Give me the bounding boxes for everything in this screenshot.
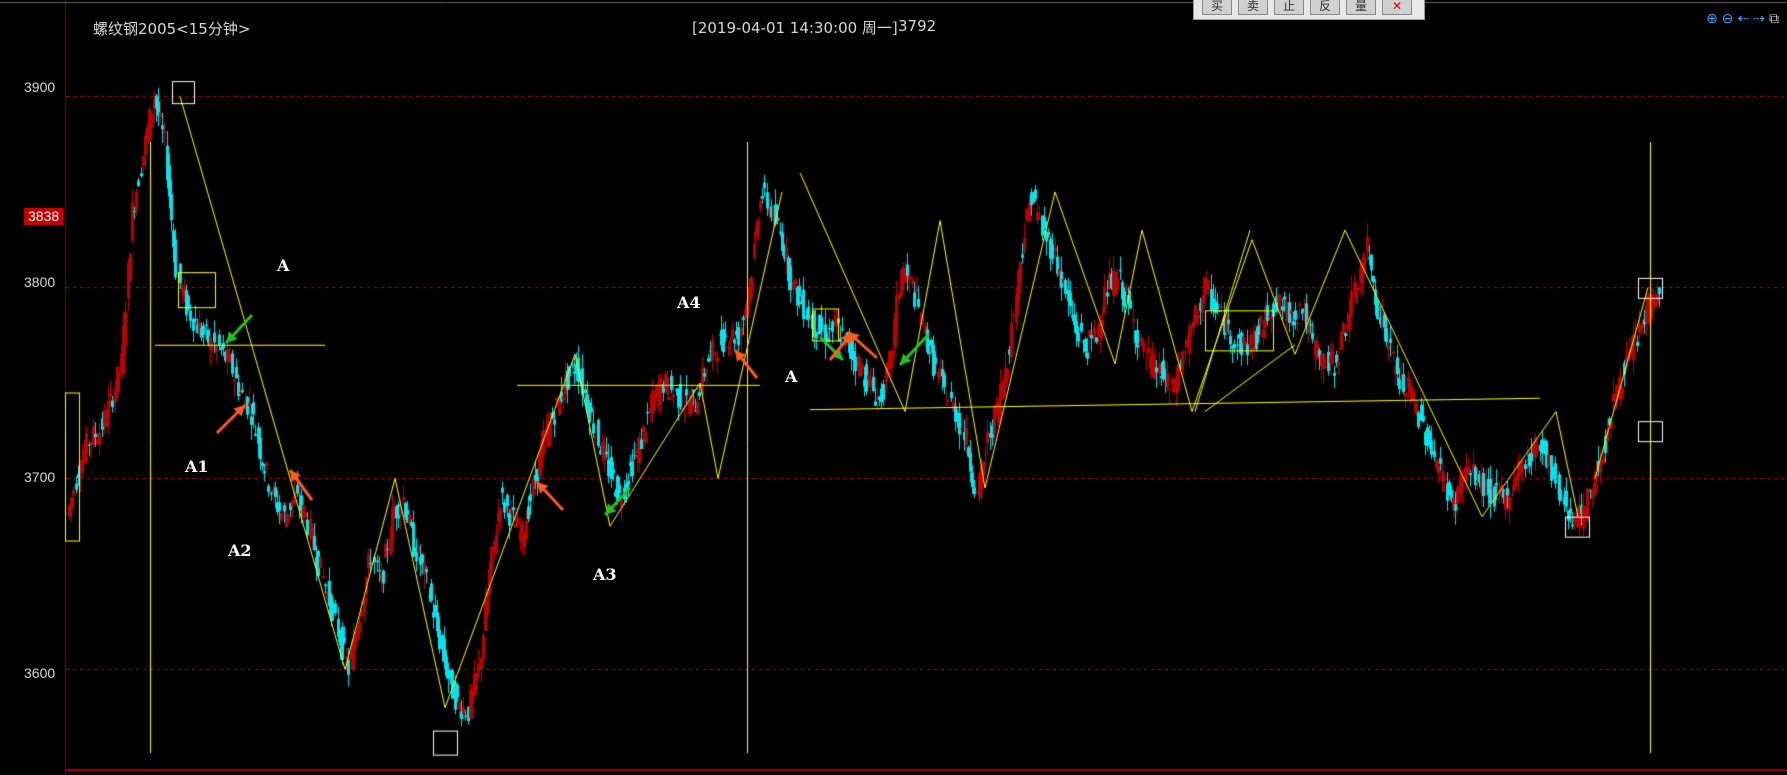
annotation-a-right: A [785, 367, 798, 386]
y-tick-label: 3700 [24, 469, 56, 485]
scroll-right-icon[interactable]: ⇢ [1753, 10, 1765, 27]
zoom-out-icon[interactable]: ⊖ [1722, 10, 1734, 27]
cursor-value: 3792 [898, 17, 937, 35]
reverse-button[interactable]: 反 [1310, 0, 1340, 15]
cursor-datetime: [2019-04-01 14:30:00 周一] [692, 19, 898, 37]
candlestick-chart[interactable] [0, 0, 1787, 775]
buy-button[interactable]: 买 [1202, 0, 1232, 15]
sell-button[interactable]: 卖 [1238, 0, 1268, 15]
annotation-a2: A2 [228, 541, 252, 560]
trade-toolbar: 买 卖 止 反 量 ✕ [1193, 0, 1425, 20]
annotation-a3: A3 [593, 565, 617, 584]
y-tick-label: 3800 [24, 274, 56, 290]
annotation-a4: A4 [677, 293, 701, 312]
stop-button[interactable]: 止 [1274, 0, 1304, 15]
annotation-a: A [277, 256, 290, 275]
chart-title: 螺纹钢2005<15分钟> [93, 20, 251, 38]
zoom-in-icon[interactable]: ⊕ [1706, 10, 1718, 27]
scroll-left-icon[interactable]: ⇠ [1738, 10, 1750, 27]
y-tick-label: 3600 [24, 665, 56, 681]
volume-button[interactable]: 量 [1346, 0, 1376, 15]
popout-icon[interactable]: ⧉ [1769, 10, 1779, 27]
annotation-a1: A1 [185, 457, 209, 476]
close-icon[interactable]: ✕ [1382, 0, 1412, 15]
current-price-badge: 3838 [24, 208, 64, 225]
zoom-toolbar: ⊕ ⊖ ⇠ ⇢ ⧉ [1706, 10, 1779, 27]
y-tick-label: 3900 [24, 79, 56, 95]
